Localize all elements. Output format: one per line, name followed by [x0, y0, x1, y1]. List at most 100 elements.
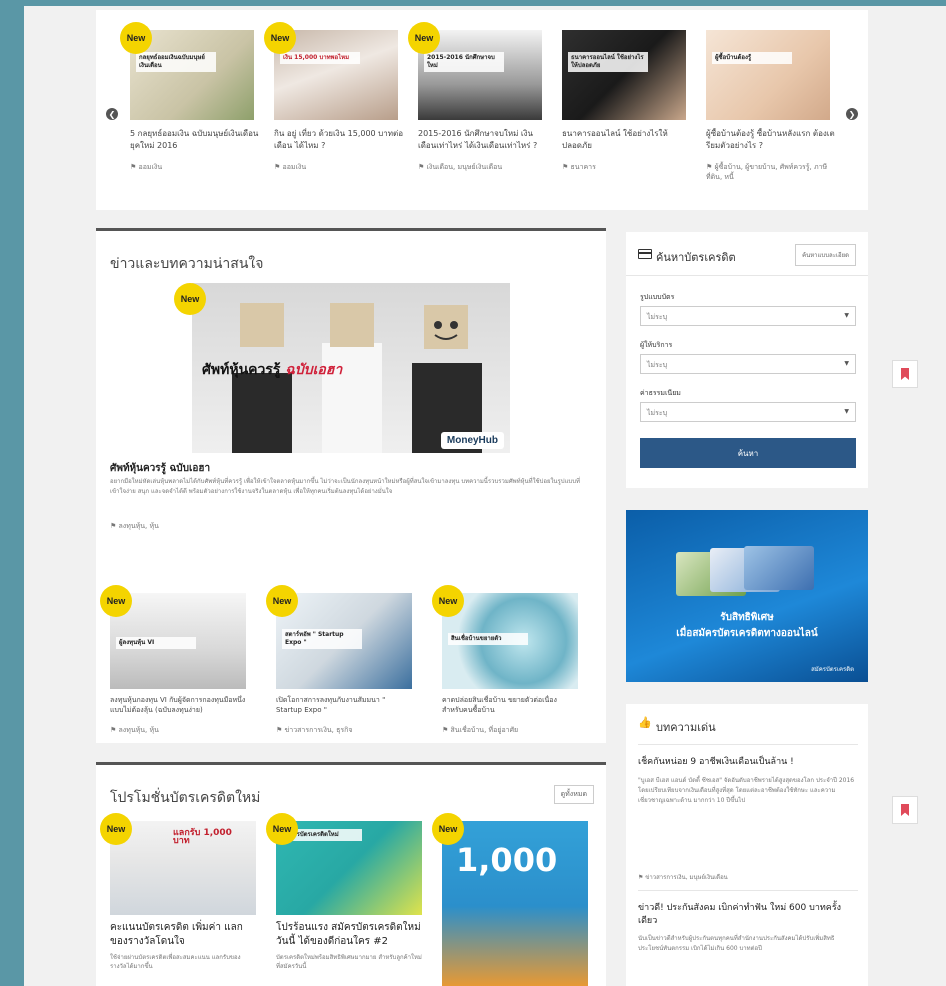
banner-line-2: เมื่อสมัครบัตรเครดิตทางออนไลน์ — [676, 628, 818, 639]
slider-item-title[interactable]: กิน อยู่ เที่ยว ด้วยเงิน 15,000 บาทต่อเด… — [274, 128, 406, 154]
thumbnail-caption: ผู้ลงทุนหุ้น VI — [116, 637, 196, 649]
advanced-search-button[interactable]: ค้นหาแบบละเอียด — [795, 244, 856, 266]
card-type-select[interactable]: ไม่ระบุ ▼ — [640, 306, 856, 326]
slider-item-title[interactable]: 2015-2016 นักศึกษาจบใหม่ เงินเดือนเท่าไห… — [418, 128, 550, 154]
hero-tag: ⚑ ลงทุนหุ้น, หุ้น — [110, 522, 159, 530]
news-item-tag: ⚑ สินเชื่อบ้าน, ที่อยู่อาศัย — [442, 726, 519, 734]
slider-item[interactable]: New กลยุทธ์ออมเงินฉบับมนุษย์เงินเดือน 5 … — [120, 22, 262, 172]
featured-slider: ❮ ❯ New กลยุทธ์ออมเงินฉบับมนุษย์เงินเดือ… — [96, 10, 868, 210]
slider-item-tag: ⚑ ออมเงิน — [274, 163, 307, 171]
provider-select[interactable]: ไม่ระบุ ▼ — [640, 354, 856, 374]
news-item-title[interactable]: เปิดโอกาสการลงทุนกับงานสัมมนา " Startup … — [276, 695, 412, 717]
tag-icon: ⚑ — [562, 163, 571, 171]
page: ❮ ❯ New กลยุทธ์ออมเงินฉบับมนุษย์เงินเดือ… — [24, 6, 946, 986]
thumbnail-caption: เงิน 15,000 บาทพอไหม — [280, 52, 360, 64]
hero-title[interactable]: ศัพท์หุ้นควรรู้ ฉบับเอฮา — [110, 461, 210, 476]
promo-item[interactable]: New สมัครบัตรเครดิตใหม่ โปรร้อนแรง สมัคร… — [266, 813, 422, 971]
bookmark-button[interactable] — [892, 360, 918, 388]
promo-banner[interactable]: รับสิทธิพิเศษ เมื่อสมัครบัตรเครดิตทางออน… — [626, 510, 868, 682]
new-badge: New — [100, 585, 132, 617]
chevron-down-icon: ▼ — [844, 408, 849, 415]
article-title[interactable]: ข่าวดี! ประกันสังคม เบิกค่าทำฟัน ใหม่ 60… — [638, 902, 858, 928]
tag-icon: ⚑ — [130, 163, 139, 171]
slider-item[interactable]: ธนาคารออนไลน์ ใช้อย่างไรให้ปลอดภัย ธนาคา… — [562, 30, 694, 172]
slider-item-tag: ⚑ ออมเงิน — [130, 163, 163, 171]
promo-item-title[interactable]: โปรร้อนแรง สมัครบัตรเครดิตใหม่ วันนี้ ได… — [276, 921, 422, 949]
credit-card-icon — [638, 249, 652, 259]
thumbnail-caption: แลกรับ 1,000 บาท — [173, 828, 232, 846]
promo-amount: 1,000 — [456, 841, 558, 879]
featured-articles: 👍 บทความเด่น เช็คกันหน่อย 9 อาชีพเงินเดื… — [626, 704, 868, 986]
hero-caption: ศัพท์หุ้นควรรู้ ฉบับเอฮา — [202, 362, 343, 378]
article-tag: ⚑ ข่าวสารการเงิน, มนุษย์เงินเดือน — [638, 874, 728, 881]
news-item[interactable]: New ผู้ลงทุนหุ้น VI ลงทุนหุ้นกองทุน VI ก… — [100, 585, 246, 736]
thumbnail-caption: กลยุทธ์ออมเงินฉบับมนุษย์เงินเดือน — [136, 52, 216, 72]
slider-next-button[interactable]: ❯ — [846, 108, 858, 120]
new-badge: New — [266, 813, 298, 845]
slider-item[interactable]: ผู้ซื้อบ้านต้องรู้ ผู้ซื้อบ้านต้องรู้ ซื… — [706, 30, 838, 182]
card-type-label: รูปแบบบัตร — [640, 293, 675, 301]
tag-icon: ⚑ — [110, 726, 119, 734]
news-item[interactable]: New สตาร์ทอัพ " Startup Expo " เปิดโอกาส… — [266, 585, 412, 736]
thumbnail-caption: สตาร์ทอัพ " Startup Expo " — [282, 629, 362, 649]
thumbnail-caption: 2015-2016 นักศึกษาจบใหม่ — [424, 52, 504, 72]
fee-select[interactable]: ไม่ระบุ ▼ — [640, 402, 856, 422]
promo-item-desc: ใช้จ่ายผ่านบัตรเครดิตเพื่อสะสมคะแนน แลกร… — [110, 954, 241, 970]
chevron-right-icon: ❯ — [848, 109, 856, 119]
banner-line-1: รับสิทธิพิเศษ — [720, 612, 774, 623]
tag-icon: ⚑ — [276, 726, 285, 734]
search-button[interactable]: ค้นหา — [640, 438, 856, 468]
thumbs-up-icon: 👍 — [638, 716, 652, 729]
hero-image[interactable]: ศัพท์หุ้นควรรู้ ฉบับเอฮา MoneyHub — [192, 283, 510, 453]
fee-label: ค่าธรรมเนียม — [640, 389, 681, 397]
tag-icon: ⚑ — [418, 163, 427, 171]
banner-cards-image — [676, 546, 816, 596]
tag-icon: ⚑ — [442, 726, 451, 734]
slider-item-tag: ⚑ เงินเดือน, มนุษย์เงินเดือน — [418, 163, 503, 171]
promo-item-title[interactable]: คะแนนบัตรเครดิต เพิ่มค่า แลกของรางวัลโดน… — [110, 921, 256, 949]
slider-item-title[interactable]: ธนาคารออนไลน์ ใช้อย่างไรให้ปลอดภัย — [562, 128, 694, 154]
promo-item[interactable]: New 1,000 — [432, 813, 588, 986]
bookmark-icon — [901, 368, 909, 380]
news-item-title[interactable]: คาดปล่อยสินเชื่อบ้าน ขยายตัวต่อเนื่อง สำ… — [442, 695, 578, 717]
news-section: ข่าวและบทความน่าสนใจ New ศัพท์หุ้นควรรู้… — [96, 228, 606, 743]
bookmark-icon — [901, 804, 909, 816]
promo-thumbnail: แลกรับ 1,000 บาท — [110, 821, 256, 915]
card-search-panel: ค้นหาบัตรเครดิต ค้นหาแบบละเอียด รูปแบบบั… — [626, 232, 868, 488]
slider-thumbnail: ธนาคารออนไลน์ ใช้อย่างไรให้ปลอดภัย — [562, 30, 686, 120]
article-desc: นับเป็นข่าวดีสำหรับผู้ประกันตนทุกคนที่สำ… — [638, 935, 835, 952]
news-item[interactable]: New สินเชื่อบ้านขยายตัว คาดปล่อยสินเชื่อ… — [432, 585, 578, 736]
new-badge: New — [120, 22, 152, 54]
slider-prev-button[interactable]: ❮ — [106, 108, 118, 120]
news-item-title[interactable]: ลงทุนหุ้นกองทุน VI กับผู้จัดการกองทุนมือ… — [110, 695, 246, 717]
hero-description: อยากมือใหม่หัดเล่นหุ้นพลาดไม่ได้กับศัพท์… — [110, 478, 581, 495]
section-title: ข่าวและบทความน่าสนใจ — [110, 256, 264, 272]
view-all-button[interactable]: ดูทั้งหมด — [553, 785, 594, 804]
slider-item[interactable]: New 2015-2016 นักศึกษาจบใหม่ 2015-2016 น… — [408, 22, 550, 172]
bookmark-button[interactable] — [892, 796, 918, 824]
chevron-down-icon: ▼ — [844, 312, 849, 319]
slider-item-title[interactable]: ผู้ซื้อบ้านต้องรู้ ซื้อบ้านหลังแรก ต้องเ… — [706, 128, 838, 154]
section-title: โปรโมชั่นบัตรเครดิตใหม่ — [110, 790, 261, 806]
slider-item[interactable]: New เงิน 15,000 บาทพอไหม กิน อยู่ เที่ยว… — [264, 22, 406, 172]
article-title[interactable]: เช็คกันหน่อย 9 อาชีพเงินเดือนเป็นล้าน ! — [638, 756, 858, 769]
new-badge: New — [266, 585, 298, 617]
article-desc: "บูเอส บีเฮส แอนด์ บัดดี้ ซีซเอส" จัดอัน… — [638, 777, 855, 804]
chevron-down-icon: ▼ — [844, 360, 849, 367]
new-badge: New — [264, 22, 296, 54]
slider-item-tag: ⚑ ผู้ซื้อบ้าน, ผู้ขายบ้าน, ศัพท์ควรรู้, … — [706, 163, 828, 181]
chevron-left-icon: ❮ — [108, 109, 116, 119]
promo-thumbnail: 1,000 — [442, 821, 588, 986]
promo-item[interactable]: New แลกรับ 1,000 บาท คะแนนบัตรเครดิต เพิ… — [100, 813, 256, 971]
thumbnail-caption: ผู้ซื้อบ้านต้องรู้ — [712, 52, 792, 64]
tag-icon: ⚑ — [110, 522, 119, 530]
search-title: ค้นหาบัตรเครดิต — [656, 251, 736, 264]
new-badge: New — [432, 585, 464, 617]
articles-title: บทความเด่น — [656, 721, 716, 734]
thumbnail-caption: สินเชื่อบ้านขยายตัว — [448, 633, 528, 645]
news-item-tag: ⚑ ลงทุนหุ้น, หุ้น — [110, 726, 159, 734]
promo-section: โปรโมชั่นบัตรเครดิตใหม่ ดูทั้งหมด New แล… — [96, 762, 606, 986]
slider-thumbnail: ผู้ซื้อบ้านต้องรู้ — [706, 30, 830, 120]
tag-icon: ⚑ — [274, 163, 283, 171]
slider-item-title[interactable]: 5 กลยุทธ์ออมเงิน ฉบับมนุษย์เงินเดือนยุคใ… — [130, 128, 262, 154]
